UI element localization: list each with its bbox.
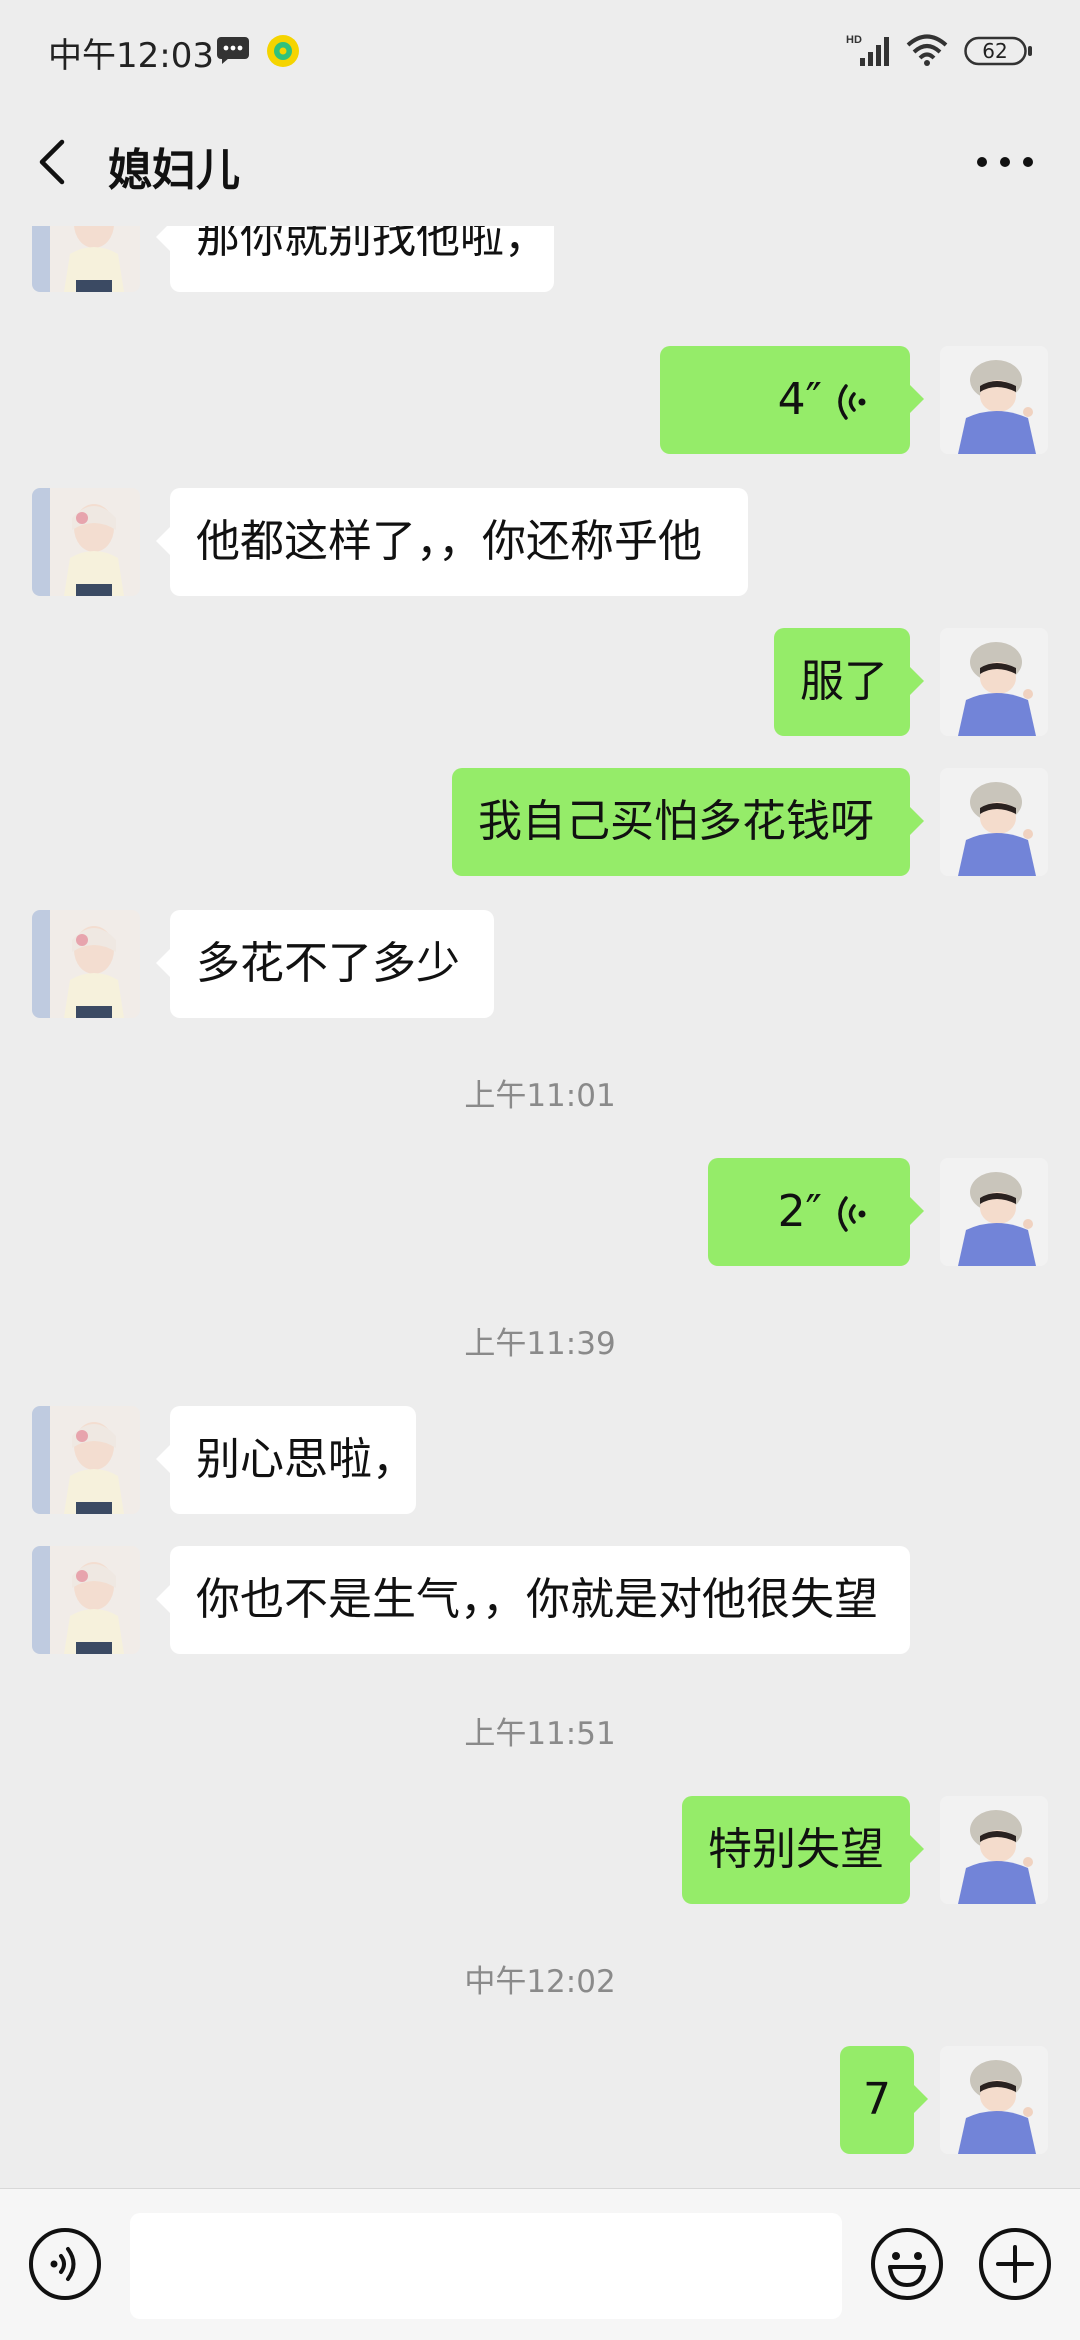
message-timestamp: 上午11:01 [464,1078,616,1114]
voice-duration: 2″ [777,1186,822,1237]
signal-icon: HD [846,34,889,66]
self-avatar[interactable] [940,1158,1048,1266]
status-time: 中午12:03 [48,36,214,76]
message-text: 多花不了多少 [196,938,460,989]
message-text: 那你就别找他啦， [196,226,548,263]
contact-avatar[interactable] [32,1406,140,1514]
voice-duration: 4″ [777,374,822,425]
voice-toggle-button[interactable] [28,2227,102,2301]
chevron-left-icon [39,139,65,185]
message-bubble-outgoing[interactable]: 特别失望 [682,1796,924,1904]
message-text: 特别失望 [708,1824,884,1875]
message-bubble-incoming[interactable]: 你也不是生气，，你就是对他很失望 [156,1546,910,1654]
battery-level: 62 [982,39,1008,63]
message-bubble-incoming[interactable]: 那你就别找他啦， [156,226,554,292]
status-bar: 中午12:03 HD 62 [0,0,1080,100]
message-bubble-incoming[interactable]: 他都这样了，，你还称乎他 [156,488,748,596]
message-text: 别心思啦， [196,1434,416,1485]
wifi-icon [906,34,948,66]
message-text: 我自己买怕多花钱呀 [478,796,874,847]
message-timestamp: 上午11:51 [464,1716,616,1752]
back-button[interactable] [30,130,76,194]
self-avatar[interactable] [940,768,1048,876]
voice-wave-icon [838,1196,866,1232]
chat-messages: 那你就别找他啦， 4″ 他都这样了，，你还称乎他 服了 我自己买怕多花钱呀 多花… [0,226,1080,2188]
message-timestamp: 上午11:39 [464,1326,616,1362]
contact-avatar[interactable] [32,910,140,1018]
plus-icon [979,2228,1051,2300]
message-text: 他都这样了，，你还称乎他 [196,516,702,567]
voice-message-outgoing[interactable]: 4″ [660,346,924,454]
message-bubble-outgoing[interactable]: 服了 [774,628,924,736]
message-bubble-outgoing[interactable]: 7 [840,2046,928,2154]
more-dots-icon [977,157,1033,167]
self-avatar[interactable] [940,628,1048,736]
self-avatar[interactable] [940,2046,1048,2154]
message-bubble-outgoing[interactable]: 我自己买怕多花钱呀 [452,768,924,876]
voice-toggle-icon [29,2228,101,2300]
message-notification-icon [217,37,249,64]
contact-avatar[interactable] [32,1546,140,1654]
self-avatar[interactable] [940,346,1048,454]
message-bubble-incoming[interactable]: 别心思啦， [156,1406,416,1514]
music-app-icon [267,35,299,67]
voice-wave-icon [838,384,866,420]
message-timestamp: 中午12:02 [464,1964,616,2000]
chat-title: 媳妇儿 [108,145,240,196]
emoji-button[interactable] [870,2227,944,2301]
contact-avatar[interactable] [32,488,140,596]
input-bar [0,2188,1080,2340]
chat-header: 媳妇儿 [0,100,1080,226]
message-bubble-incoming[interactable]: 多花不了多少 [156,910,494,1018]
more-options-button[interactable] [970,140,1040,184]
network-badge: HD [846,34,862,46]
more-functions-button[interactable] [978,2227,1052,2301]
emoji-icon [871,2228,943,2300]
message-input[interactable] [130,2213,842,2319]
voice-message-outgoing[interactable]: 2″ [708,1158,924,1266]
message-text: 服了 [800,656,888,707]
self-avatar[interactable] [940,1796,1048,1904]
contact-avatar[interactable] [32,226,140,292]
message-text: 你也不是生气，，你就是对他很失望 [196,1574,878,1625]
message-text: 7 [863,2074,891,2125]
